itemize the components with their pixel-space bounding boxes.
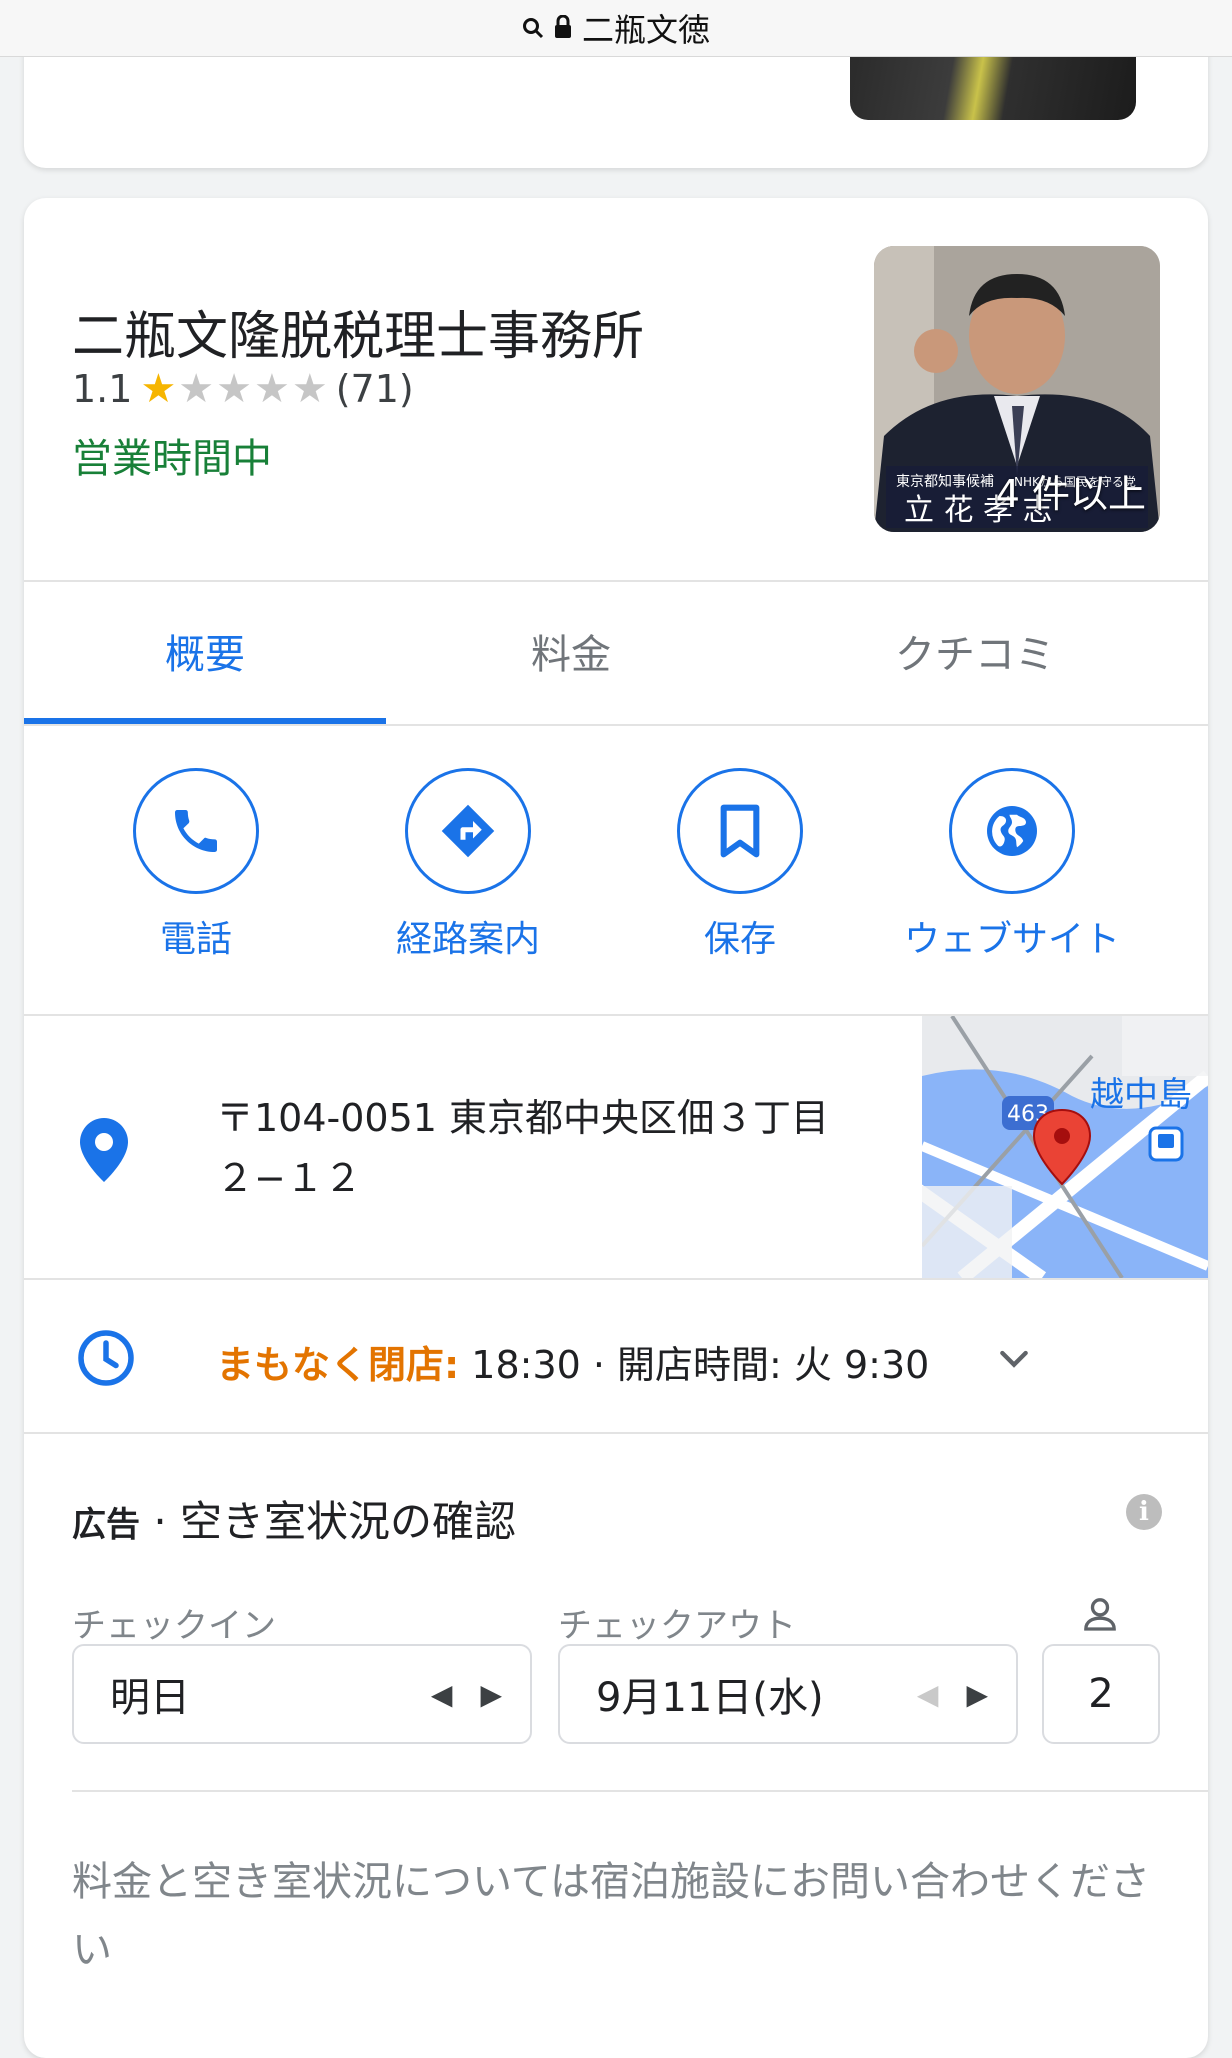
website-button[interactable]: ウェブサイト [876, 768, 1148, 962]
divider [24, 580, 1208, 582]
hours-text[interactable]: まもなく閉店: 18:30 · 開店時間: 火 9:30 [216, 1334, 929, 1389]
place-title: 二瓶文隆脱税理士事務所 [72, 307, 645, 367]
tab-prices[interactable]: 料金 [390, 622, 752, 680]
checkout-value: 9月11日(水) [596, 1675, 824, 1721]
url-bar[interactable]: 二瓶文徳 [0, 0, 1232, 57]
checkin-label: チェックイン [72, 1606, 276, 1646]
closing-soon-warning: まもなく閉店: [216, 1343, 460, 1387]
guest-icon [1080, 1594, 1120, 1638]
address-line-2: ２−１２ [216, 1156, 362, 1200]
map-thumbnail[interactable]: 463 越中島 [922, 1016, 1208, 1278]
place-photo[interactable]: 東京都知事候補 NHKから国民を守る党 立 花 孝 志 4 件以上 [874, 246, 1160, 532]
globe-icon [949, 768, 1075, 894]
star-icon: ★ [254, 366, 290, 412]
save-button[interactable]: 保存 [604, 768, 876, 962]
rating-row[interactable]: 1.1 ★ ★ ★ ★ ★ (71) [72, 366, 414, 412]
website-label: ウェブサイト [903, 919, 1120, 960]
tab-overview[interactable]: 概要 [24, 622, 386, 680]
ad-section-title: 広告 · 空き室状況の確認 [72, 1488, 516, 1549]
review-count: (71) [335, 367, 414, 411]
map-area-label: 越中島 [1090, 1075, 1192, 1115]
availability-note: 料金と空き室状況については宿泊施設にお問い合わせください [72, 1859, 1150, 1973]
bookmark-icon [677, 768, 803, 894]
svg-text:東京都知事候補: 東京都知事候補 [896, 473, 994, 490]
directions-label: 経路案内 [395, 919, 540, 960]
checkout-field[interactable]: 9月11日(水) ◀ ▶ [558, 1644, 1018, 1744]
divider [72, 1790, 1208, 1792]
rating-value: 1.1 [72, 367, 133, 411]
hours-detail: 18:30 · 開店時間: 火 9:30 [459, 1343, 930, 1387]
location-pin-icon [80, 1118, 128, 1186]
call-button[interactable]: 電話 [60, 768, 332, 962]
guest-count-field[interactable]: 2 [1042, 1644, 1160, 1744]
ad-title-text: · 空き室状況の確認 [140, 1497, 517, 1546]
address-text[interactable]: 〒104-0051 東京都中央区佃３丁目 ２−１２ [216, 1088, 876, 1208]
clock-icon [76, 1328, 136, 1392]
address-line-1: 〒104-0051 東京都中央区佃３丁目 [216, 1096, 830, 1140]
checkout-prev-icon[interactable]: ◀ [917, 1678, 939, 1711]
checkout-next-icon[interactable]: ▶ [966, 1678, 988, 1711]
map-graphic: 463 越中島 [922, 1016, 1208, 1278]
directions-icon [405, 768, 531, 894]
star-icon: ★ [140, 366, 177, 412]
lock-icon [554, 9, 572, 47]
url-text: 二瓶文徳 [581, 11, 710, 49]
checkin-field[interactable]: 明日 ◀ ▶ [72, 1644, 532, 1744]
info-icon[interactable]: i [1126, 1494, 1162, 1530]
ad-label: 広告 [72, 1505, 140, 1545]
star-icon: ★ [178, 366, 215, 412]
call-label: 電話 [159, 919, 232, 960]
open-status: 営業時間中 [72, 436, 272, 482]
divider [24, 724, 1208, 726]
phone-icon [133, 768, 259, 894]
divider [24, 1432, 1208, 1434]
divider [24, 1278, 1208, 1280]
star-icon: ★ [216, 366, 253, 412]
search-icon [522, 9, 544, 47]
checkout-label: チェックアウト [558, 1606, 796, 1646]
checkin-prev-icon[interactable]: ◀ [431, 1678, 453, 1711]
previous-result-image[interactable] [850, 56, 1136, 120]
chevron-down-icon[interactable] [994, 1338, 1034, 1382]
checkin-value: 明日 [110, 1675, 190, 1721]
save-label: 保存 [703, 919, 776, 960]
star-icon: ★ [291, 366, 328, 412]
photo-more-count: 4 件以上 [995, 472, 1146, 516]
tab-reviews[interactable]: クチコミ [794, 622, 1156, 680]
star-rating: ★ ★ ★ ★ ★ [140, 366, 327, 412]
directions-button[interactable]: 経路案内 [332, 768, 604, 962]
checkin-next-icon[interactable]: ▶ [480, 1678, 502, 1711]
place-card: 二瓶文隆脱税理士事務所 1.1 ★ ★ ★ ★ ★ (71) 営業時間中 東京都… [24, 198, 1208, 2058]
